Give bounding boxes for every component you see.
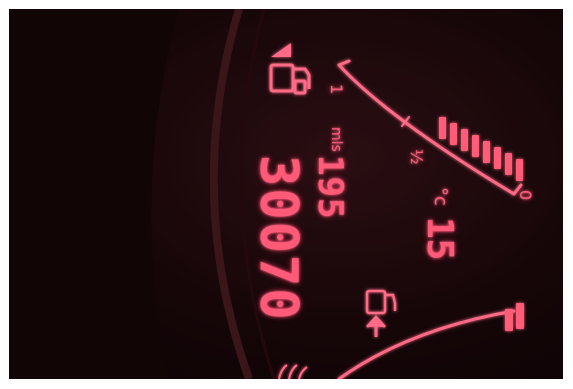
odometer-value: 30070	[248, 155, 308, 322]
dashboard-photo: 30070 195 mls 15 °c 1 ½ 0	[9, 9, 563, 379]
lcd-readout: 30070 195 mls 15 °c 1 ½ 0	[9, 9, 563, 379]
trip-value: 195	[310, 155, 350, 220]
fuel-half-label: ½	[407, 149, 426, 165]
trip-unit: mls	[328, 127, 344, 152]
fuel-full-label: 1	[327, 84, 346, 95]
fuel-empty-label: 0	[516, 190, 535, 201]
temperature-unit: °c	[430, 187, 451, 206]
